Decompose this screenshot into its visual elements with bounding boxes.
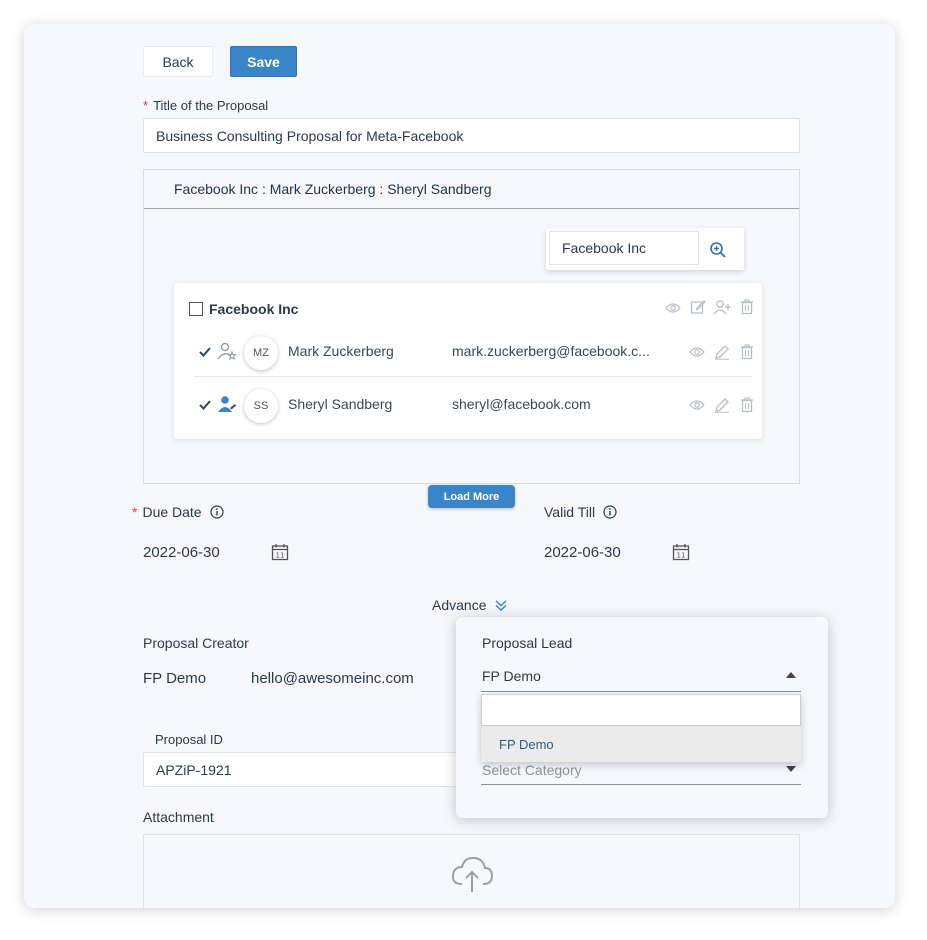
proposal-form-card: Back Save * Title of the Proposal Busines… [24, 24, 895, 908]
proposal-lead-select[interactable]: FP Demo [482, 668, 541, 684]
contact-name: Mark Zuckerberg [288, 343, 394, 359]
proposal-creator-name: FP Demo [143, 670, 207, 687]
proposal-lead-popup: Proposal Lead FP Demo Select Category FP… [456, 617, 828, 818]
category-select[interactable]: Select Category [482, 762, 582, 778]
valid-till-label: Valid Till [544, 504, 617, 520]
required-mark: * [143, 98, 149, 113]
title-label: * Title of the Proposal [143, 98, 268, 113]
calendar-icon[interactable]: 11 [270, 542, 290, 562]
due-date-value[interactable]: 2022-06-30 [143, 544, 220, 561]
select-underline [481, 784, 801, 785]
checkmark-icon[interactable] [198, 345, 212, 359]
cloud-upload-icon [449, 853, 495, 895]
advance-toggle[interactable]: Advance [432, 597, 508, 613]
save-button[interactable]: Save [230, 46, 297, 77]
caret-up-icon[interactable] [784, 670, 798, 680]
caret-down-icon[interactable] [784, 764, 798, 774]
proposal-creator-label: Proposal Creator [143, 635, 249, 651]
pencil-icon[interactable] [713, 396, 731, 414]
contacts-panel-header: Facebook Inc : Mark Zuckerberg : Sheryl … [144, 170, 799, 209]
proposal-lead-label: Proposal Lead [482, 635, 573, 651]
user-star-icon[interactable] [217, 341, 237, 361]
company-name: Facebook Inc [209, 301, 299, 317]
trash-icon[interactable] [739, 298, 755, 316]
attachment-label: Attachment [143, 809, 214, 825]
title-input[interactable]: Business Consulting Proposal for Meta-Fa… [143, 118, 800, 153]
contact-search-box: Facebook Inc [546, 228, 744, 270]
contact-email: mark.zuckerberg@facebook.c... [452, 343, 650, 359]
contact-search-input[interactable]: Facebook Inc [549, 231, 699, 265]
eye-icon[interactable] [688, 397, 706, 413]
valid-till-label-text: Valid Till [544, 504, 596, 520]
attachment-dropzone[interactable] [143, 834, 800, 908]
avatar: SS [244, 389, 278, 423]
proposal-lead-dropdown: FP Demo [481, 694, 801, 762]
trash-icon[interactable] [739, 396, 755, 414]
svg-text:11: 11 [677, 552, 686, 560]
avatar: MZ [244, 336, 278, 370]
add-user-icon[interactable] [713, 298, 733, 316]
pencil-icon[interactable] [713, 343, 731, 361]
eye-icon[interactable] [664, 299, 682, 317]
edit-icon[interactable] [689, 298, 707, 316]
valid-till-value[interactable]: 2022-06-30 [544, 544, 621, 561]
contact-email: sheryl@facebook.com [452, 396, 591, 412]
proposal-id-label: Proposal ID [155, 732, 223, 747]
contact-list: Facebook Inc MZ Mark Zuckerberg mark.zuc… [174, 283, 762, 439]
calendar-icon[interactable]: 11 [671, 542, 691, 562]
due-date-label-text: Due Date [142, 504, 202, 520]
title-label-text: Title of the Proposal [153, 98, 269, 113]
contacts-panel: Facebook Inc : Mark Zuckerberg : Sheryl … [143, 169, 800, 484]
checkmark-icon[interactable] [198, 398, 212, 412]
proposal-id-input[interactable]: APZiP-1921 [143, 752, 461, 787]
company-checkbox[interactable] [189, 302, 203, 316]
info-icon[interactable] [210, 505, 224, 519]
svg-text:11: 11 [276, 552, 285, 560]
double-chevron-down-icon [494, 598, 508, 612]
dropdown-option[interactable]: FP Demo [481, 726, 801, 762]
advance-label: Advance [432, 597, 487, 613]
contact-name: Sheryl Sandberg [288, 396, 393, 412]
load-more-button[interactable]: Load More [428, 485, 515, 508]
due-date-label: * Due Date [132, 504, 224, 520]
info-icon[interactable] [603, 505, 617, 519]
back-button[interactable]: Back [143, 46, 213, 77]
trash-icon[interactable] [739, 343, 755, 361]
user-edit-icon[interactable] [217, 394, 237, 414]
zoom-search-icon[interactable] [708, 240, 728, 260]
select-underline [481, 691, 801, 692]
eye-icon[interactable] [688, 344, 706, 360]
required-mark: * [132, 504, 138, 520]
proposal-creator-email: hello@awesomeinc.com [251, 670, 414, 687]
dropdown-search-input[interactable] [481, 694, 801, 726]
row-divider [194, 376, 752, 377]
